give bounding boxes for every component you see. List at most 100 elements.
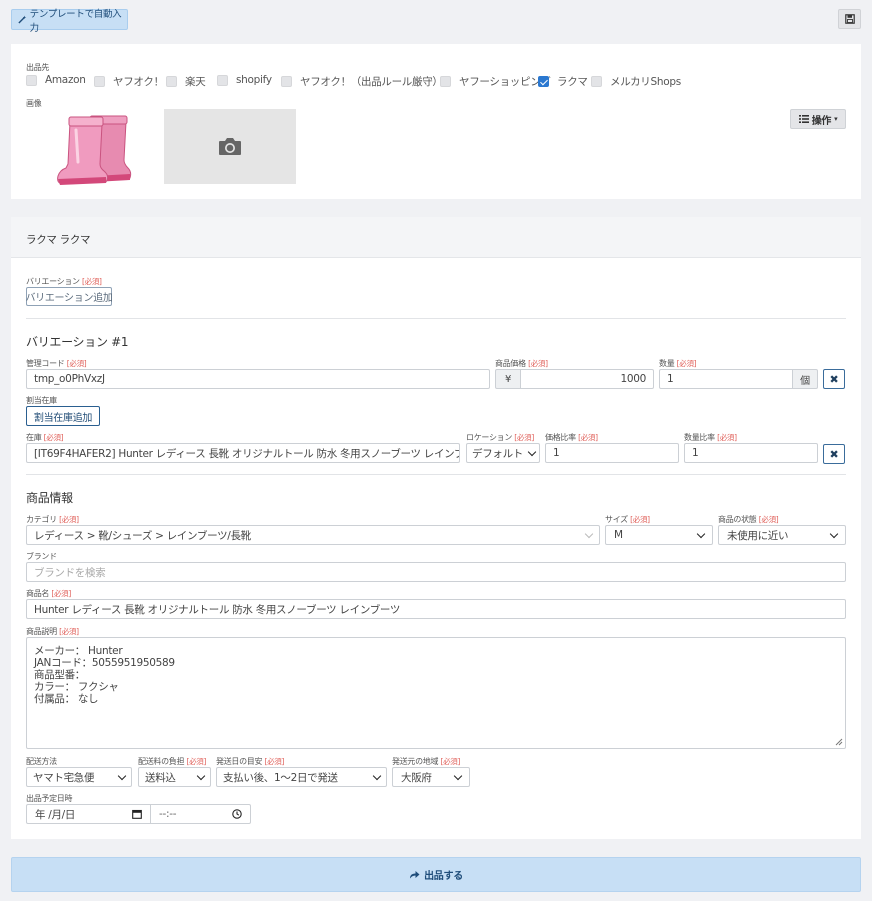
share-arrow-icon <box>410 871 420 879</box>
camera-icon <box>219 138 241 155</box>
floppy-icon <box>844 14 855 24</box>
rain-boots-icon <box>57 115 132 185</box>
chevron-down-icon <box>196 771 206 780</box>
price-input[interactable]: 1000 <box>520 369 654 389</box>
price-ratio-input[interactable]: 1 <box>545 443 679 463</box>
add-variation-button[interactable]: バリエーション追加 <box>25 287 113 306</box>
qty-ratio-label: 数量比率 [必須] <box>684 433 737 442</box>
template-autofill-button[interactable]: テンプレートで自動入力 <box>11 9 128 34</box>
stock-input[interactable]: [IT69F4HAFER2] Hunter レディース 長靴 オリジナルトール … <box>26 443 460 463</box>
market-rakuma[interactable]: ラクマ <box>538 74 588 89</box>
qty-input[interactable]: 1 <box>659 369 793 389</box>
schedule-time-input[interactable]: --:-- <box>150 804 251 824</box>
price-label: 商品価格 [必須] <box>495 359 548 368</box>
clock-icon[interactable] <box>232 809 242 819</box>
schedule-date-input[interactable]: 年 /月/日 <box>26 804 151 824</box>
market-mercari-shops-checkbox[interactable] <box>591 76 602 87</box>
ship-fee-select[interactable]: 送料込 <box>138 767 211 787</box>
chevron-down-icon <box>453 771 463 780</box>
list-icon <box>798 115 809 123</box>
divider <box>26 474 846 475</box>
add-alloc-button[interactable]: 割当在庫追加 <box>26 406 100 426</box>
ship-days-label: 発送日の目安 [必須] <box>216 757 285 766</box>
template-autofill-label: テンプレートで自動入力 <box>29 8 122 34</box>
price-ratio-label: 価格比率 [必須] <box>545 433 598 442</box>
schedule-label: 出品予定日時 <box>26 794 73 803</box>
size-select[interactable]: M <box>605 525 713 545</box>
market-shopify-checkbox[interactable] <box>217 74 228 86</box>
operations-button[interactable]: 操作 ▾ <box>790 109 846 129</box>
market-rakuten[interactable]: 楽天 <box>166 74 206 89</box>
alloc-label: 割当在庫 <box>26 396 57 405</box>
category-label: カテゴリ [必須] <box>26 515 79 524</box>
code-label: 管理コード [必須] <box>26 359 87 368</box>
qty-unit-addon: 個 <box>792 369 818 389</box>
ship-days-select[interactable]: 支払い後、1〜2日で発送 <box>216 767 387 787</box>
market-rakuma-checkbox[interactable] <box>538 76 549 87</box>
ship-from-select[interactable]: 大阪府 <box>392 767 470 787</box>
category-select[interactable]: レディース > 靴/シューズ > レインブーツ/長靴 <box>26 525 600 545</box>
image-label: 画像 <box>26 99 42 108</box>
remove-stock-button[interactable]: ✖ <box>823 444 845 464</box>
ship-method-select[interactable]: ヤマト宅急便 <box>26 767 132 787</box>
ship-from-label: 発送元の地域 [必須] <box>392 757 461 766</box>
calendar-icon[interactable] <box>132 809 142 819</box>
variation-title: バリエーション #1 <box>26 335 129 349</box>
save-button[interactable] <box>838 9 861 29</box>
rakuma-panel-header <box>11 217 861 258</box>
desc-line: JANコード：5055951950589 <box>34 657 175 669</box>
brand-search-input[interactable]: ブランドを検索 <box>26 562 846 582</box>
remove-variation-button[interactable]: ✖ <box>823 369 845 389</box>
chevron-down-icon <box>372 771 382 780</box>
market-yahuoku-strict[interactable]: ヤフオク！（出品ルール厳守） <box>281 74 443 89</box>
close-icon: ✖ <box>829 372 839 386</box>
market-yahuoku[interactable]: ヤフオク！ <box>94 74 164 89</box>
chevron-down-icon <box>584 529 594 538</box>
size-label: サイズ [必須] <box>605 515 650 524</box>
caret-down-icon: ▾ <box>834 115 838 123</box>
market-mercari-shops[interactable]: メルカリShops <box>591 74 681 89</box>
time-placeholder: --:-- <box>159 808 177 820</box>
location-select[interactable]: デフォルト <box>466 443 540 463</box>
date-placeholder: 年 /月/日 <box>35 808 76 821</box>
submit-label: 出品する <box>424 871 463 882</box>
market-shopify[interactable]: shopify <box>217 74 272 86</box>
market-yahoo-shopping[interactable]: ヤフーショッピング <box>440 74 551 89</box>
yen-addon: ¥ <box>495 369 521 389</box>
market-rakuten-checkbox[interactable] <box>166 76 177 87</box>
divider <box>26 318 846 319</box>
desc-line: メーカー： Hunter <box>34 645 123 657</box>
ship-method-label: 配送方法 <box>26 757 57 766</box>
product-name-input[interactable]: Hunter レディース 長靴 オリジナルトール 防水 冬用スノーブーツ レイン… <box>26 599 846 619</box>
brand-label: ブランド <box>26 552 57 561</box>
chevron-down-icon <box>696 529 706 538</box>
qty-ratio-input[interactable]: 1 <box>684 443 818 463</box>
variation-label: バリエーション [必須] <box>26 277 102 286</box>
description-textarea[interactable]: メーカー： Hunter JANコード：5055951950589 商品型番： … <box>26 637 846 749</box>
resize-handle-icon[interactable] <box>835 738 843 746</box>
desc-label: 商品説明 [必須] <box>26 627 79 636</box>
ship-fee-label: 配送料の負担 [必須] <box>138 757 207 766</box>
desc-line: 商品型番： <box>34 669 85 681</box>
desc-line: 付属品： なし <box>34 693 99 705</box>
condition-label: 商品の状態 [必須] <box>718 515 779 524</box>
submit-listing-button[interactable]: 出品する <box>11 857 861 892</box>
market-yahoo-shopping-checkbox[interactable] <box>440 76 451 87</box>
market-amazon-checkbox[interactable] <box>26 74 37 86</box>
desc-line: カラー： フクシャ <box>34 681 119 693</box>
image-upload-placeholder[interactable] <box>164 109 296 184</box>
listing-target-label: 出品先 <box>26 63 50 72</box>
market-amazon[interactable]: Amazon <box>26 74 86 86</box>
product-info-title: 商品情報 <box>26 491 73 505</box>
chevron-down-icon <box>117 771 127 780</box>
market-yahuoku-strict-checkbox[interactable] <box>281 76 292 87</box>
location-label: ロケーション [必須] <box>466 433 534 442</box>
condition-select[interactable]: 未使用に近い <box>718 525 846 545</box>
operations-label: 操作 <box>811 115 832 127</box>
name-label: 商品名 [必須] <box>26 589 72 598</box>
stock-label: 在庫 [必須] <box>26 433 64 442</box>
section-title: ラクマ ラクマ <box>26 234 91 246</box>
product-image-boots[interactable] <box>50 108 136 186</box>
market-yahuoku-checkbox[interactable] <box>94 76 105 87</box>
code-input[interactable]: tmp_o0PhVxzJ <box>26 369 490 389</box>
